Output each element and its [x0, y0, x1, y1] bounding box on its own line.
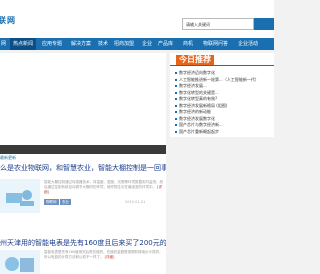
- article-thumbnail[interactable]: [0, 179, 40, 213]
- recommend-item[interactable]: 人工智能推进新一轮第...（人工智能新一代）: [175, 77, 259, 83]
- article-summary: 智能电表是先有160度用完后再充值的，充值的金额是按照阶梯电价计算的，所以电费的…: [44, 250, 164, 260]
- article-title[interactable]: 州天津用的智能电表是先有160度且后来买了200元的电费为什么现在只剩139元: [0, 238, 166, 248]
- article-title[interactable]: 么是农业物联网，和智慧农业，智能大棚控制是一回事么，哪个厂家做的不: [0, 163, 166, 173]
- nav-item-events[interactable]: 企业活动: [238, 38, 258, 50]
- nav-item-companies[interactable]: 企业: [142, 38, 152, 50]
- read-more-link[interactable]: [详细]: [105, 255, 115, 259]
- recommend-item[interactable]: 国产芯片与数字经济新...: [175, 122, 223, 128]
- recommend-item[interactable]: 数字化转型的关键是...: [175, 90, 219, 96]
- nav-item-products[interactable]: 产品库: [158, 38, 173, 50]
- nav-item-home[interactable]: 网: [0, 38, 10, 50]
- recommend-item[interactable]: 数字经济发展新格局 (组图): [175, 103, 227, 109]
- today-recommend-panel: 今日推荐 数字经济迈向数字化 人工智能推进新一轮第...（人工智能新一代） 数字…: [170, 53, 274, 137]
- latest-updates-heading: 最新更新: [0, 155, 16, 160]
- site-logo[interactable]: 联网: [0, 15, 16, 26]
- search-button[interactable]: [254, 18, 274, 30]
- page: 联网 请输入关键词 网 热点新闻 应用专题 解决方案 技术 招商加盟 企业 产品…: [0, 0, 274, 274]
- top-header: 联网 请输入关键词: [0, 0, 274, 38]
- article-summary-text: 智能电表是先有160度用完后再充值的，充值的金额是按照阶梯电价计算的，所以电费的…: [44, 250, 163, 259]
- article-tag[interactable]: 农业: [60, 199, 71, 205]
- nav-item-solutions[interactable]: 解决方案: [71, 38, 91, 50]
- nav-item-hot-news[interactable]: 热点新闻: [10, 38, 36, 50]
- nav-item-qa[interactable]: 物联网问答: [203, 38, 228, 50]
- recommend-item[interactable]: 数字化转型真的有效?: [175, 96, 217, 102]
- nav-item-topics[interactable]: 应用专题: [42, 38, 62, 50]
- nav-item-business[interactable]: 商机: [183, 38, 193, 50]
- nav-item-franchise[interactable]: 招商加盟: [114, 38, 134, 50]
- recommend-item[interactable]: 国产芯片重新崛起起步: [175, 129, 219, 135]
- article-tag[interactable]: 物联网: [44, 199, 59, 205]
- article-summary-text: 智能大棚控制通过传感器技术，将温度、湿度、光照等环境数据实时监测，然后通过控制系…: [44, 180, 163, 189]
- smart-device-illustration: [0, 179, 40, 213]
- article-meta: 2019-01-01: [125, 200, 146, 204]
- main-nav: 网 热点新闻 应用专题 解决方案 技术 招商加盟 企业 产品库 商机 物联网问答…: [0, 38, 274, 50]
- recommend-item[interactable]: 数字经济迈向数字化: [175, 70, 215, 76]
- panel-title: 今日推荐: [176, 55, 214, 65]
- banner-caption-bar: [0, 145, 166, 154]
- panel-header: 今日推荐: [170, 53, 274, 66]
- recommend-item[interactable]: 数字经济发展数字化: [175, 116, 215, 122]
- recommend-item[interactable]: 数字经济的新动能: [175, 109, 211, 115]
- article-thumbnail[interactable]: [0, 250, 40, 274]
- article-summary: 智能大棚控制通过传感器技术，将温度、湿度、光照等环境数据实时监测，然后通过控制系…: [44, 180, 164, 195]
- search-input[interactable]: 请输入关键词: [182, 18, 254, 30]
- smart-meter-illustration: [0, 250, 40, 274]
- banner-slider[interactable]: [0, 53, 166, 145]
- nav-item-tech[interactable]: 技术: [98, 38, 108, 50]
- recommend-item[interactable]: 数字经济发展...: [175, 83, 207, 89]
